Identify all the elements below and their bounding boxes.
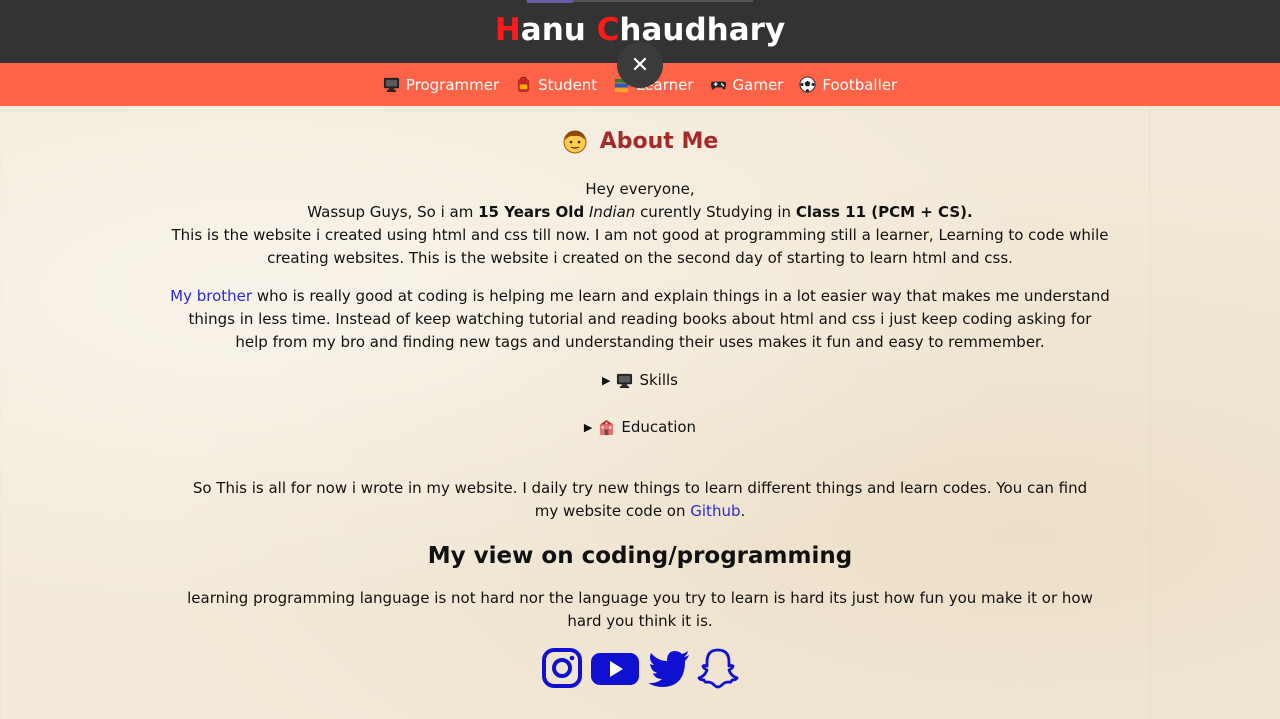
soccer-ball-icon	[799, 76, 816, 93]
nav-label: Gamer	[732, 75, 784, 94]
nav-item-programmer[interactable]: Programmer	[383, 76, 499, 94]
brother-link[interactable]: My brother	[170, 287, 252, 305]
skills-toggle[interactable]: ▶ Skills	[0, 368, 1280, 392]
nav-label: Programmer	[405, 75, 500, 94]
nationality-text: Indian	[588, 203, 636, 221]
computer-icon	[383, 77, 399, 93]
age-text: 15 Years Old	[478, 203, 585, 221]
view-heading: My view on coding/programming	[427, 543, 853, 569]
close-button[interactable]: ✕	[617, 42, 663, 88]
disclosure-triangle-icon: ▶	[583, 420, 593, 434]
about-heading: About Me	[0, 126, 1280, 156]
snapchat-icon[interactable]	[696, 647, 740, 689]
twitter-icon[interactable]	[646, 647, 690, 689]
nav-item-student[interactable]: Student	[515, 76, 597, 94]
about-title: About Me	[599, 128, 719, 154]
disclosure-triangle-icon: ▶	[602, 373, 611, 387]
gamepad-icon	[710, 81, 726, 90]
website-description: This is the website i created using html…	[171, 226, 1109, 267]
nav-item-footballer[interactable]: Footballer	[799, 76, 897, 94]
intro-line: Wassup Guys, So i am 15 Years Old Indian…	[307, 203, 973, 221]
header-accent-line	[527, 0, 573, 3]
close-icon: ✕	[630, 52, 650, 78]
education-label: Education	[621, 418, 697, 436]
greeting-text: Hey everyone,	[585, 180, 695, 198]
nav-label: Student	[538, 75, 598, 94]
view-paragraph: learning programming language is not har…	[187, 589, 1093, 630]
boy-face-icon	[563, 130, 587, 154]
brother-paragraph: My brother who is really good at coding …	[170, 287, 1110, 351]
education-toggle[interactable]: ▶ Education	[0, 415, 1280, 439]
github-link[interactable]: Github	[690, 502, 740, 520]
header-line	[573, 0, 753, 2]
backpack-icon	[517, 76, 530, 93]
school-icon	[600, 419, 614, 435]
skills-label: Skills	[639, 371, 678, 389]
main-content: About Me Hey everyone, Wassup Guys, So i…	[0, 106, 1280, 689]
instagram-icon[interactable]	[540, 647, 584, 689]
class-text: Class 11 (PCM + CS).	[795, 203, 973, 221]
outro-paragraph: So This is all for now i wrote in my web…	[192, 479, 1088, 520]
nav-item-gamer[interactable]: Gamer	[710, 75, 784, 94]
nav-label: Footballer	[822, 75, 898, 94]
youtube-icon[interactable]	[590, 647, 640, 689]
social-links	[0, 647, 1280, 689]
computer-icon	[617, 373, 633, 388]
intro-paragraph: Hey everyone, Wassup Guys, So i am 15 Ye…	[0, 178, 1280, 270]
